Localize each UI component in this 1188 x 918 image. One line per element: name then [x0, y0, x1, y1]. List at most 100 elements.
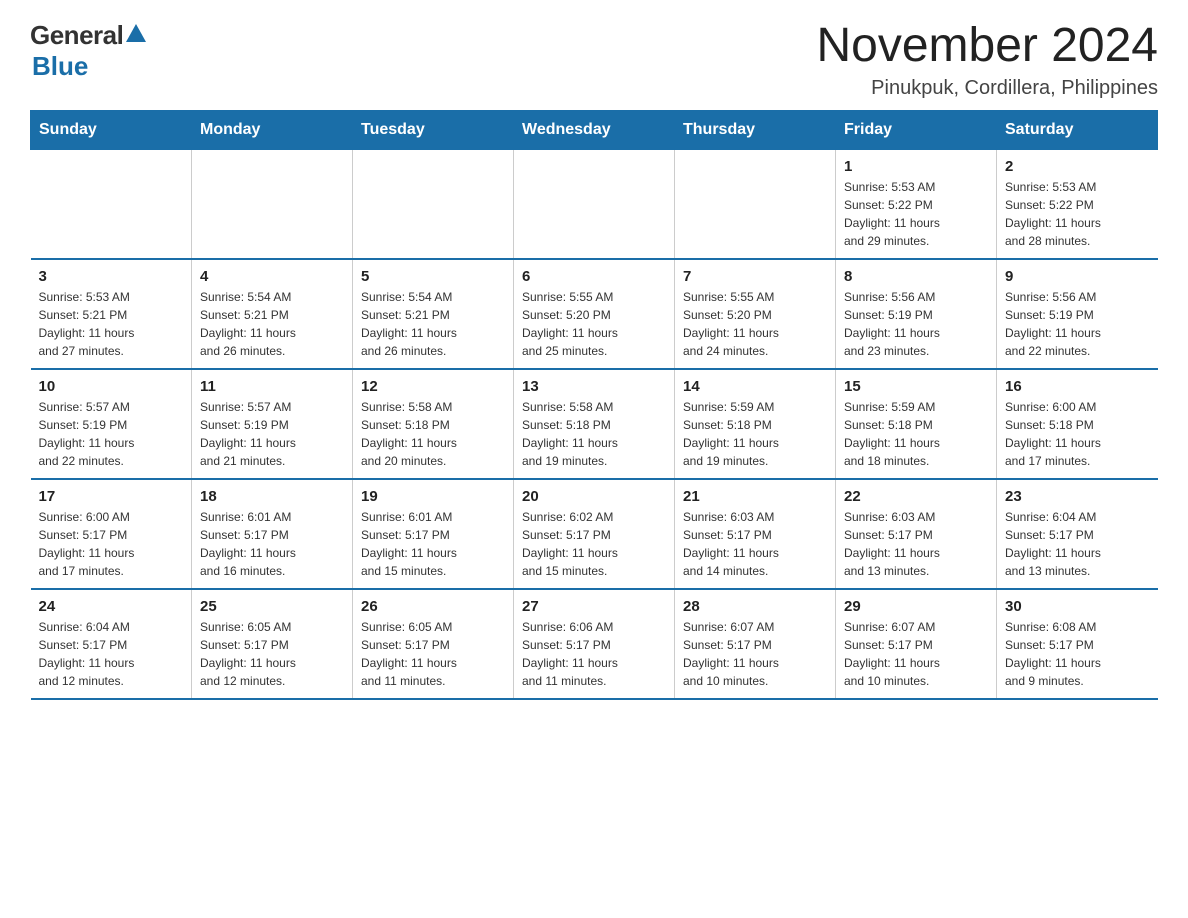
day-cell: 23 Sunrise: 6:04 AM Sunset: 5:17 PM Dayli…: [997, 479, 1158, 589]
day-number: 27: [522, 598, 666, 615]
day-number: 14: [683, 378, 827, 395]
day-number: 3: [39, 268, 184, 285]
header-cell-saturday: Saturday: [997, 110, 1158, 149]
day-info: Sunrise: 6:04 AM Sunset: 5:17 PM Dayligh…: [1005, 508, 1150, 580]
day-cell: 6Sunrise: 5:55 AM Sunset: 5:20 PM Daylig…: [514, 259, 675, 369]
day-number: 15: [844, 378, 988, 395]
day-number: 1: [844, 158, 988, 175]
day-cell: 9 Sunrise: 5:56 AM Sunset: 5:19 PM Daylig…: [997, 259, 1158, 369]
day-number: 2: [1005, 158, 1150, 175]
day-number: 28: [683, 598, 827, 615]
header-cell-sunday: Sunday: [31, 110, 192, 149]
day-cell: 16 Sunrise: 6:00 AM Sunset: 5:18 PM Dayli…: [997, 369, 1158, 479]
day-number: 9: [1005, 268, 1150, 285]
day-number: 16: [1005, 378, 1150, 395]
day-cell: 20Sunrise: 6:02 AM Sunset: 5:17 PM Dayli…: [514, 479, 675, 589]
day-number: 30: [1005, 598, 1150, 615]
day-cell: [514, 149, 675, 259]
day-number: 25: [200, 598, 344, 615]
day-info: Sunrise: 6:06 AM Sunset: 5:17 PM Dayligh…: [522, 618, 666, 690]
day-cell: 13 Sunrise: 5:58 AM Sunset: 5:18 PM Dayli…: [514, 369, 675, 479]
day-info: Sunrise: 5:58 AM Sunset: 5:18 PM Dayligh…: [361, 398, 505, 470]
week-row-1: 1 Sunrise: 5:53 AM Sunset: 5:22 PM Daylig…: [31, 149, 1158, 259]
header-cell-friday: Friday: [836, 110, 997, 149]
day-info: Sunrise: 5:54 AM Sunset: 5:21 PM Dayligh…: [361, 288, 505, 360]
day-number: 20: [522, 488, 666, 505]
day-cell: 29 Sunrise: 6:07 AM Sunset: 5:17 PM Dayli…: [836, 589, 997, 699]
title-area: November 2024 Pinukpuk, Cordillera, Phil…: [816, 20, 1158, 100]
day-info: Sunrise: 6:00 AM Sunset: 5:18 PM Dayligh…: [1005, 398, 1150, 470]
day-number: 12: [361, 378, 505, 395]
day-cell: 22 Sunrise: 6:03 AM Sunset: 5:17 PM Dayli…: [836, 479, 997, 589]
calendar-table: SundayMondayTuesdayWednesdayThursdayFrid…: [30, 110, 1158, 700]
day-number: 17: [39, 488, 184, 505]
day-cell: 19 Sunrise: 6:01 AM Sunset: 5:17 PM Dayli…: [353, 479, 514, 589]
day-number: 29: [844, 598, 988, 615]
day-cell: 17 Sunrise: 6:00 AM Sunset: 5:17 PM Dayli…: [31, 479, 192, 589]
week-row-4: 17 Sunrise: 6:00 AM Sunset: 5:17 PM Dayli…: [31, 479, 1158, 589]
day-info: Sunrise: 6:04 AM Sunset: 5:17 PM Dayligh…: [39, 618, 184, 690]
logo: General: [30, 20, 147, 51]
day-number: 7: [683, 268, 827, 285]
week-row-2: 3Sunrise: 5:53 AM Sunset: 5:21 PM Daylig…: [31, 259, 1158, 369]
logo-blue-text: Blue: [32, 51, 88, 82]
header-cell-monday: Monday: [192, 110, 353, 149]
day-cell: 18Sunrise: 6:01 AM Sunset: 5:17 PM Dayli…: [192, 479, 353, 589]
day-info: Sunrise: 5:53 AM Sunset: 5:22 PM Dayligh…: [1005, 178, 1150, 250]
day-cell: 12 Sunrise: 5:58 AM Sunset: 5:18 PM Dayli…: [353, 369, 514, 479]
header-row: SundayMondayTuesdayWednesdayThursdayFrid…: [31, 110, 1158, 149]
day-cell: 1 Sunrise: 5:53 AM Sunset: 5:22 PM Daylig…: [836, 149, 997, 259]
day-info: Sunrise: 5:56 AM Sunset: 5:19 PM Dayligh…: [1005, 288, 1150, 360]
day-number: 5: [361, 268, 505, 285]
day-info: Sunrise: 5:59 AM Sunset: 5:18 PM Dayligh…: [844, 398, 988, 470]
day-number: 13: [522, 378, 666, 395]
day-cell: 4Sunrise: 5:54 AM Sunset: 5:21 PM Daylig…: [192, 259, 353, 369]
day-info: Sunrise: 5:55 AM Sunset: 5:20 PM Dayligh…: [683, 288, 827, 360]
day-number: 21: [683, 488, 827, 505]
header-cell-wednesday: Wednesday: [514, 110, 675, 149]
day-number: 8: [844, 268, 988, 285]
day-info: Sunrise: 5:55 AM Sunset: 5:20 PM Dayligh…: [522, 288, 666, 360]
header-cell-tuesday: Tuesday: [353, 110, 514, 149]
logo-line2: Blue: [30, 51, 88, 82]
day-cell: 24Sunrise: 6:04 AM Sunset: 5:17 PM Dayli…: [31, 589, 192, 699]
day-cell: 11Sunrise: 5:57 AM Sunset: 5:19 PM Dayli…: [192, 369, 353, 479]
week-row-5: 24Sunrise: 6:04 AM Sunset: 5:17 PM Dayli…: [31, 589, 1158, 699]
day-cell: [353, 149, 514, 259]
day-info: Sunrise: 6:07 AM Sunset: 5:17 PM Dayligh…: [844, 618, 988, 690]
day-info: Sunrise: 6:08 AM Sunset: 5:17 PM Dayligh…: [1005, 618, 1150, 690]
header-cell-thursday: Thursday: [675, 110, 836, 149]
day-number: 11: [200, 378, 344, 395]
day-number: 19: [361, 488, 505, 505]
day-info: Sunrise: 5:59 AM Sunset: 5:18 PM Dayligh…: [683, 398, 827, 470]
day-cell: 5 Sunrise: 5:54 AM Sunset: 5:21 PM Daylig…: [353, 259, 514, 369]
day-number: 23: [1005, 488, 1150, 505]
calendar-body: 1 Sunrise: 5:53 AM Sunset: 5:22 PM Daylig…: [31, 149, 1158, 699]
day-cell: 14 Sunrise: 5:59 AM Sunset: 5:18 PM Dayli…: [675, 369, 836, 479]
day-info: Sunrise: 6:07 AM Sunset: 5:17 PM Dayligh…: [683, 618, 827, 690]
day-cell: 15 Sunrise: 5:59 AM Sunset: 5:18 PM Dayli…: [836, 369, 997, 479]
day-info: Sunrise: 6:03 AM Sunset: 5:17 PM Dayligh…: [844, 508, 988, 580]
logo-general-text: General: [30, 20, 123, 51]
day-cell: 27 Sunrise: 6:06 AM Sunset: 5:17 PM Dayli…: [514, 589, 675, 699]
day-cell: [31, 149, 192, 259]
day-info: Sunrise: 6:00 AM Sunset: 5:17 PM Dayligh…: [39, 508, 184, 580]
calendar-header: SundayMondayTuesdayWednesdayThursdayFrid…: [31, 110, 1158, 149]
day-info: Sunrise: 5:58 AM Sunset: 5:18 PM Dayligh…: [522, 398, 666, 470]
day-cell: 10Sunrise: 5:57 AM Sunset: 5:19 PM Dayli…: [31, 369, 192, 479]
day-info: Sunrise: 5:54 AM Sunset: 5:21 PM Dayligh…: [200, 288, 344, 360]
day-cell: 25Sunrise: 6:05 AM Sunset: 5:17 PM Dayli…: [192, 589, 353, 699]
logo-triangle-icon: [126, 22, 146, 49]
week-row-3: 10Sunrise: 5:57 AM Sunset: 5:19 PM Dayli…: [31, 369, 1158, 479]
day-info: Sunrise: 5:53 AM Sunset: 5:22 PM Dayligh…: [844, 178, 988, 250]
day-cell: 26Sunrise: 6:05 AM Sunset: 5:17 PM Dayli…: [353, 589, 514, 699]
day-cell: 28 Sunrise: 6:07 AM Sunset: 5:17 PM Dayli…: [675, 589, 836, 699]
day-cell: 7 Sunrise: 5:55 AM Sunset: 5:20 PM Daylig…: [675, 259, 836, 369]
day-number: 10: [39, 378, 184, 395]
day-info: Sunrise: 6:05 AM Sunset: 5:17 PM Dayligh…: [361, 618, 505, 690]
header: General Blue November 2024 Pinukpuk, Cor…: [30, 20, 1158, 100]
day-cell: 8Sunrise: 5:56 AM Sunset: 5:19 PM Daylig…: [836, 259, 997, 369]
day-info: Sunrise: 6:01 AM Sunset: 5:17 PM Dayligh…: [361, 508, 505, 580]
day-number: 22: [844, 488, 988, 505]
month-title: November 2024: [816, 20, 1158, 73]
